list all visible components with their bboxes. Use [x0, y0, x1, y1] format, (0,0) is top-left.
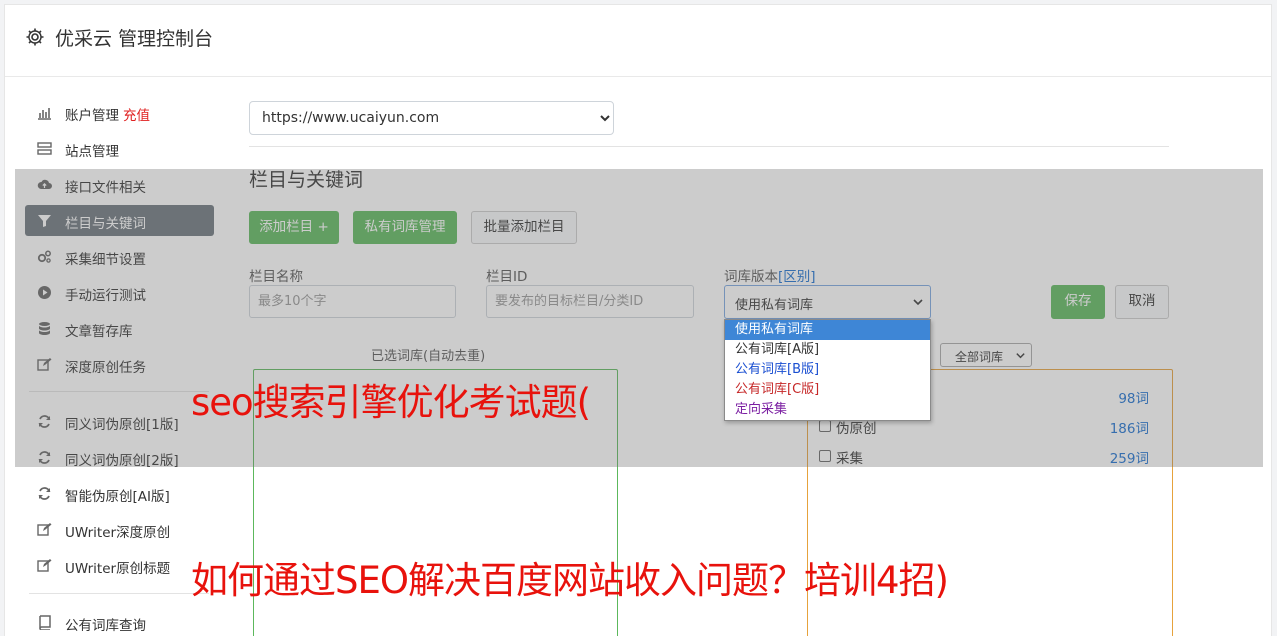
version-select[interactable]: 使用私有词库: [724, 285, 931, 319]
save-button[interactable]: 保存: [1051, 285, 1105, 319]
sidebar-divider: [29, 391, 209, 392]
add-column-button[interactable]: 添加栏目 +: [249, 211, 339, 244]
filter-icon: [38, 215, 51, 227]
server-icon: [37, 142, 52, 155]
caption-line-1: seo搜索引擎优化考试题(: [191, 381, 591, 424]
edit-icon: [37, 523, 52, 536]
version-option-private[interactable]: 使用私有词库: [725, 320, 930, 340]
sidebar-divider: [29, 593, 209, 594]
cloud-upload-icon: [37, 179, 52, 189]
sidebar-item-label: 智能伪原创[AI版]: [65, 489, 170, 505]
refresh-icon: [38, 487, 51, 500]
sidebar-item-sites[interactable]: 站点管理: [25, 133, 214, 164]
console-card: 优采云 管理控制台 账户管理 充值 站点管理 接口文件相关 栏目与关键词 采集细节…: [4, 4, 1272, 636]
chevron-down-icon: [1016, 353, 1025, 359]
cogs-icon: [37, 250, 51, 263]
column-id-label: 栏目ID: [486, 269, 528, 285]
divider: [249, 146, 1169, 147]
site-select[interactable]: https://www.ucaiyun.com: [249, 101, 614, 135]
recharge-link[interactable]: 充值: [123, 108, 150, 124]
book-icon: [39, 615, 51, 630]
sidebar-item-columns-keywords[interactable]: 栏目与关键词: [25, 205, 214, 236]
version-diff-link[interactable]: [区别]: [778, 269, 816, 285]
edit-icon: [37, 559, 52, 572]
batch-add-button[interactable]: 批量添加栏目: [471, 211, 577, 244]
sidebar-item-uwriter-deep[interactable]: UWriter深度原创: [25, 514, 214, 545]
header: 优采云 管理控制台: [5, 5, 1271, 77]
sidebar-item-label: 同义词伪原创[2版]: [65, 453, 179, 469]
sidebar-item-public-lib[interactable]: 公有词库查询: [25, 607, 214, 636]
sidebar-item-label: 账户管理: [65, 108, 119, 124]
sidebar-item-label: 接口文件相关: [65, 180, 146, 196]
sidebar-item-label: 同义词伪原创[1版]: [65, 417, 179, 433]
sidebar-item-account[interactable]: 账户管理 充值: [25, 97, 214, 128]
sidebar-item-label: 公有词库查询: [65, 618, 146, 634]
lib-checkbox[interactable]: [819, 420, 831, 432]
bar-chart-icon: [38, 108, 51, 120]
sidebar-item-label: 文章暂存库: [65, 324, 133, 340]
sidebar-item-uwriter-title[interactable]: UWriter原创标题: [25, 550, 214, 581]
lib-count: 186词: [1109, 421, 1149, 437]
refresh-icon: [38, 415, 51, 428]
cancel-button[interactable]: 取消: [1115, 285, 1169, 319]
sidebar-item-label: 栏目与关键词: [65, 216, 146, 232]
version-select-value: 使用私有词库: [735, 298, 814, 313]
sidebar-item-article-store[interactable]: 文章暂存库: [25, 313, 214, 344]
column-name-input[interactable]: [249, 285, 456, 318]
database-icon: [39, 322, 50, 335]
edit-icon: [37, 358, 52, 371]
sidebar-item-synonym-v2[interactable]: 同义词伪原创[2版]: [25, 442, 214, 473]
lib-filter-value: 全部词库: [955, 350, 1004, 364]
sidebar-item-label: 站点管理: [65, 144, 119, 160]
sidebar-item-label: UWriter深度原创: [65, 525, 171, 541]
version-option-a[interactable]: 公有词库[A版]: [725, 340, 930, 360]
caption-line-2: 如何通过SEO解决百度网站收入问题？培训4招): [191, 559, 949, 602]
section-title: 栏目与关键词: [249, 169, 364, 191]
column-id-input[interactable]: [486, 285, 694, 318]
sidebar-item-synonym-v1[interactable]: 同义词伪原创[1版]: [25, 406, 214, 437]
lib-count: 98词: [1118, 391, 1149, 407]
version-dropdown: 使用私有词库 公有词库[A版] 公有词库[B版] 公有词库[C版] 定向采集: [724, 319, 931, 421]
selected-lib-label: 已选词库(自动去重): [371, 349, 486, 364]
private-lib-button[interactable]: 私有词库管理: [353, 211, 457, 244]
lib-checkbox[interactable]: [819, 450, 831, 462]
gear-icon: [26, 28, 44, 46]
chevron-down-icon: [913, 299, 923, 306]
lib-count: 259词: [1109, 451, 1149, 467]
play-circle-icon: [38, 286, 51, 299]
sidebar-item-collect-settings[interactable]: 采集细节设置: [25, 241, 214, 272]
sidebar-item-api-files[interactable]: 接口文件相关: [25, 169, 214, 200]
version-label: 词库版本[区别]: [724, 269, 816, 285]
sidebar-item-deep-original[interactable]: 深度原创任务: [25, 349, 214, 380]
refresh-icon: [38, 451, 51, 464]
sidebar-item-label: 手动运行测试: [65, 288, 146, 304]
column-name-label: 栏目名称: [249, 269, 303, 285]
sidebar-item-label: 采集细节设置: [65, 252, 146, 268]
version-option-c[interactable]: 公有词库[C版]: [725, 380, 930, 400]
lib-name: 采集: [836, 451, 863, 467]
page-title: 优采云 管理控制台: [55, 28, 214, 50]
sidebar-item-ai-rewrite[interactable]: 智能伪原创[AI版]: [25, 478, 214, 509]
version-option-targeted[interactable]: 定向采集: [725, 400, 930, 420]
version-option-b[interactable]: 公有词库[B版]: [725, 360, 930, 380]
lib-filter-select[interactable]: 全部词库: [940, 343, 1032, 367]
sidebar-item-label: 深度原创任务: [65, 360, 146, 376]
sidebar-item-label: UWriter原创标题: [65, 561, 171, 577]
sidebar-item-manual-run[interactable]: 手动运行测试: [25, 277, 214, 308]
